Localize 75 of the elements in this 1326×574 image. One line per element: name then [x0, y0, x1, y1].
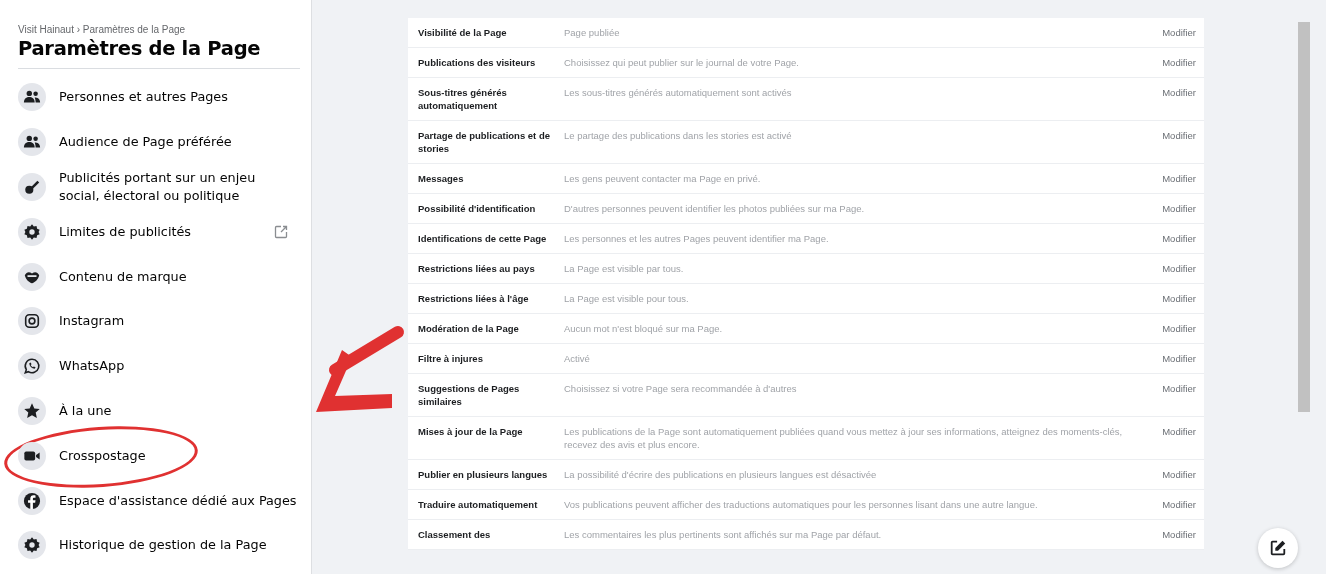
sidebar-item[interactable]: Historique de gestion de la Page: [18, 522, 299, 568]
setting-name: Publier en plusieurs langues: [418, 468, 549, 481]
setting-name: Filtre à injures: [418, 352, 484, 365]
setting-name: Identifications de cette Page: [418, 232, 548, 245]
setting-name: Restrictions liées à l'âge: [418, 292, 530, 305]
video-camera-icon: [18, 441, 46, 470]
edit-link[interactable]: Modifier: [1144, 172, 1196, 185]
setting-value: Les personnes et les autres Pages peuvent identifier ma Page.: [564, 232, 830, 245]
setting-name: Mises à jour de la Page: [418, 425, 524, 439]
setting-name: Sous-titres générés automatiquement: [418, 86, 508, 112]
edit-link[interactable]: Modifier: [1144, 26, 1196, 39]
scrollbar-thumb[interactable]: [1298, 22, 1310, 412]
sidebar-item[interactable]: Instagram: [18, 299, 299, 344]
edit-link[interactable]: Modifier: [1144, 322, 1196, 335]
setting-value: Le partage des publications dans les stories est activé: [564, 129, 793, 143]
key-icon: [18, 173, 46, 201]
sidebar-item[interactable]: Limites de publicités: [18, 209, 299, 255]
setting-name: Publications des visiteurs: [418, 56, 537, 69]
sidebar-item[interactable]: À la une: [18, 388, 299, 434]
sidebar-item[interactable]: Crosspostage: [18, 433, 299, 479]
setting-name: Visibilité de la Page: [418, 26, 508, 39]
gear-icon: [18, 217, 46, 246]
compose-button[interactable]: [1258, 528, 1298, 568]
edit-link[interactable]: Modifier: [1144, 202, 1196, 215]
external-link-icon[interactable]: [273, 223, 289, 240]
edit-link[interactable]: Modifier: [1144, 382, 1196, 408]
edit-link[interactable]: Modifier: [1144, 528, 1196, 541]
sidebar-item[interactable]: Personnes et autres Pages: [18, 75, 299, 120]
page-title: Paramètres de la Page: [18, 37, 262, 60]
edit-icon: [1269, 539, 1287, 557]
setting-value: Les sous-titres générés automatiquement sont activés: [564, 86, 793, 100]
setting-value: Les commentaires les plus pertinents sont affichés sur ma Page par défaut.: [564, 528, 883, 541]
setting-name: Partage de publications et de stories: [418, 129, 551, 155]
setting-value: Page publiée: [564, 26, 621, 39]
setting-value: Les gens peuvent contacter ma Page en privé.: [564, 172, 762, 185]
edit-link[interactable]: Modifier: [1144, 232, 1196, 245]
setting-value: Choisissez si votre Page sera recommandée à d'autres: [564, 382, 798, 396]
setting-name: Traduire automatiquement: [418, 498, 539, 511]
edit-link[interactable]: Modifier: [1144, 352, 1196, 365]
edit-link[interactable]: Modifier: [1144, 56, 1196, 69]
setting-value: La possibilité d'écrire des publications en plusieurs langues est désactivée: [564, 468, 878, 481]
setting-value: D'autres personnes peuvent identifier les photos publiées sur ma Page.: [564, 202, 866, 215]
setting-name: Messages: [418, 172, 465, 185]
people-icon: [18, 128, 46, 157]
camera-icon: [18, 307, 46, 336]
sidebar-item[interactable]: Contenu de marque: [18, 254, 299, 299]
setting-value: Aucun mot n'est bloqué sur ma Page.: [564, 322, 724, 335]
setting-name: Modération de la Page: [418, 322, 520, 335]
sidebar-item[interactable]: Audience de Page préférée: [18, 119, 299, 165]
sidebar-item[interactable]: WhatsApp: [18, 343, 299, 389]
edit-link[interactable]: Modifier: [1144, 129, 1196, 155]
setting-value: Choisissez qui peut publier sur le journal de votre Page.: [564, 56, 800, 69]
people-icon: [18, 83, 46, 112]
edit-link[interactable]: Modifier: [1144, 498, 1196, 511]
breadcrumb: Visit Hainaut › Paramètres de la Page: [18, 24, 187, 35]
handshake-icon: [18, 262, 46, 291]
edit-link[interactable]: Modifier: [1144, 86, 1196, 112]
sidebar-item[interactable]: Espace d'assistance dédié aux Pages: [18, 478, 299, 523]
setting-name: Classement des: [418, 528, 492, 541]
setting-value: La Page est visible par tous.: [564, 262, 685, 275]
edit-link[interactable]: Modifier: [1144, 468, 1196, 481]
setting-name: Restrictions liées au pays: [418, 262, 536, 275]
setting-value: La Page est visible pour tous.: [564, 292, 690, 305]
chat-bubble-icon: [18, 352, 46, 381]
gear-icon: [18, 531, 46, 560]
setting-value: Activé: [564, 352, 591, 365]
setting-value: Les publications de la Page sont automatiquement publiées quand vous mettez à jour ses informations, atteignez des moments-clés, recevez des avis et plus encore.: [564, 425, 1124, 451]
edit-link[interactable]: Modifier: [1144, 292, 1196, 305]
setting-name: Possibilité d'identification: [418, 202, 537, 215]
sidebar-item[interactable]: Publicités portant sur un enjeu social, électoral ou politique: [18, 164, 299, 210]
setting-value: Vos publications peuvent afficher des traductions automatiques pour les personnes lisant dans une autre langue.: [564, 498, 1039, 511]
setting-name: Suggestions de Pages similaires: [418, 382, 521, 408]
edit-link[interactable]: Modifier: [1144, 425, 1196, 451]
edit-link[interactable]: Modifier: [1144, 262, 1196, 275]
circle-logo-icon: [18, 486, 46, 515]
